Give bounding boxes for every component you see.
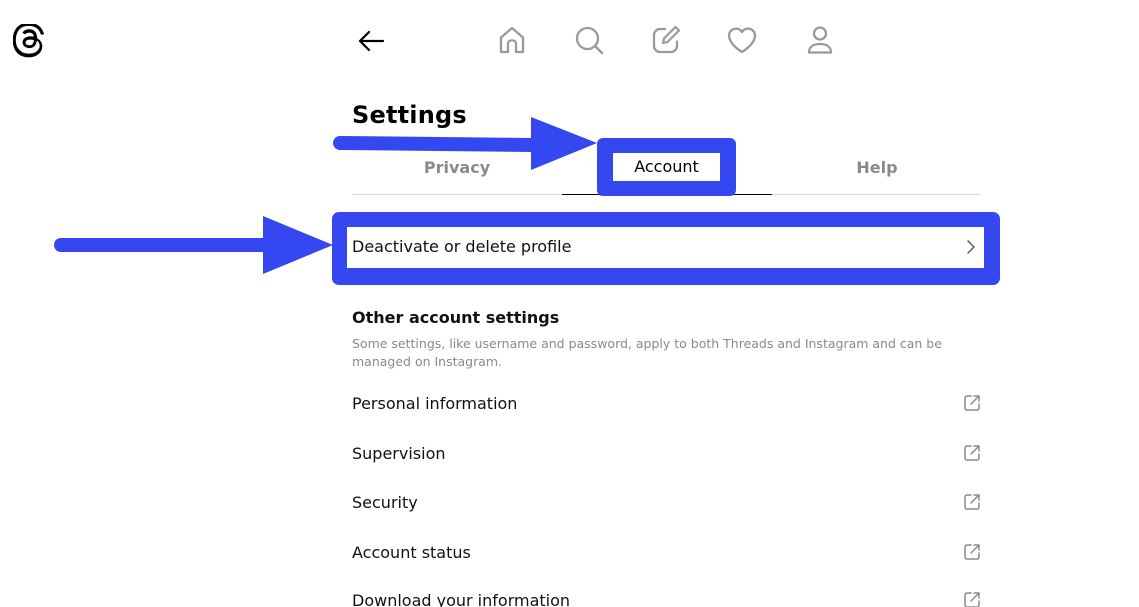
external-link-icon xyxy=(964,592,980,607)
other-account-settings-description: Some settings, like username and passwor… xyxy=(352,336,942,369)
personal-information-label: Personal information xyxy=(352,394,518,413)
annotation-arrow-deactivate xyxy=(54,216,333,274)
other-account-settings-heading: Other account settings xyxy=(352,308,560,327)
supervision-row[interactable]: Supervision xyxy=(352,440,982,470)
heart-icon[interactable] xyxy=(726,24,758,56)
tab-account-label[interactable]: Account xyxy=(613,153,720,181)
threads-logo-icon[interactable] xyxy=(13,24,47,60)
profile-icon[interactable] xyxy=(804,24,836,56)
security-label: Security xyxy=(352,493,418,512)
compose-icon[interactable] xyxy=(650,24,682,56)
account-status-label: Account status xyxy=(352,543,471,562)
personal-information-row[interactable]: Personal information xyxy=(352,390,982,420)
annotation-arrow-account xyxy=(333,117,597,170)
external-link-icon xyxy=(964,494,980,510)
download-your-information-row[interactable]: Download your information xyxy=(352,587,982,607)
search-icon[interactable] xyxy=(573,24,605,56)
external-link-icon xyxy=(964,445,980,461)
page: Settings Privacy Help Account Deactivate… xyxy=(0,0,1139,607)
supervision-label: Supervision xyxy=(352,444,446,463)
chevron-right-icon xyxy=(967,240,975,254)
account-status-row[interactable]: Account status xyxy=(352,539,982,569)
tab-help[interactable]: Help xyxy=(772,150,982,194)
external-link-icon xyxy=(964,395,980,411)
external-link-icon xyxy=(964,544,980,560)
security-row[interactable]: Security xyxy=(352,489,982,519)
download-your-information-label: Download your information xyxy=(352,591,571,607)
deactivate-or-delete-profile-row[interactable]: Deactivate or delete profile xyxy=(347,227,984,268)
deactivate-or-delete-profile-label: Deactivate or delete profile xyxy=(352,237,572,256)
home-icon[interactable] xyxy=(496,24,528,56)
back-arrow-icon[interactable] xyxy=(356,26,386,56)
